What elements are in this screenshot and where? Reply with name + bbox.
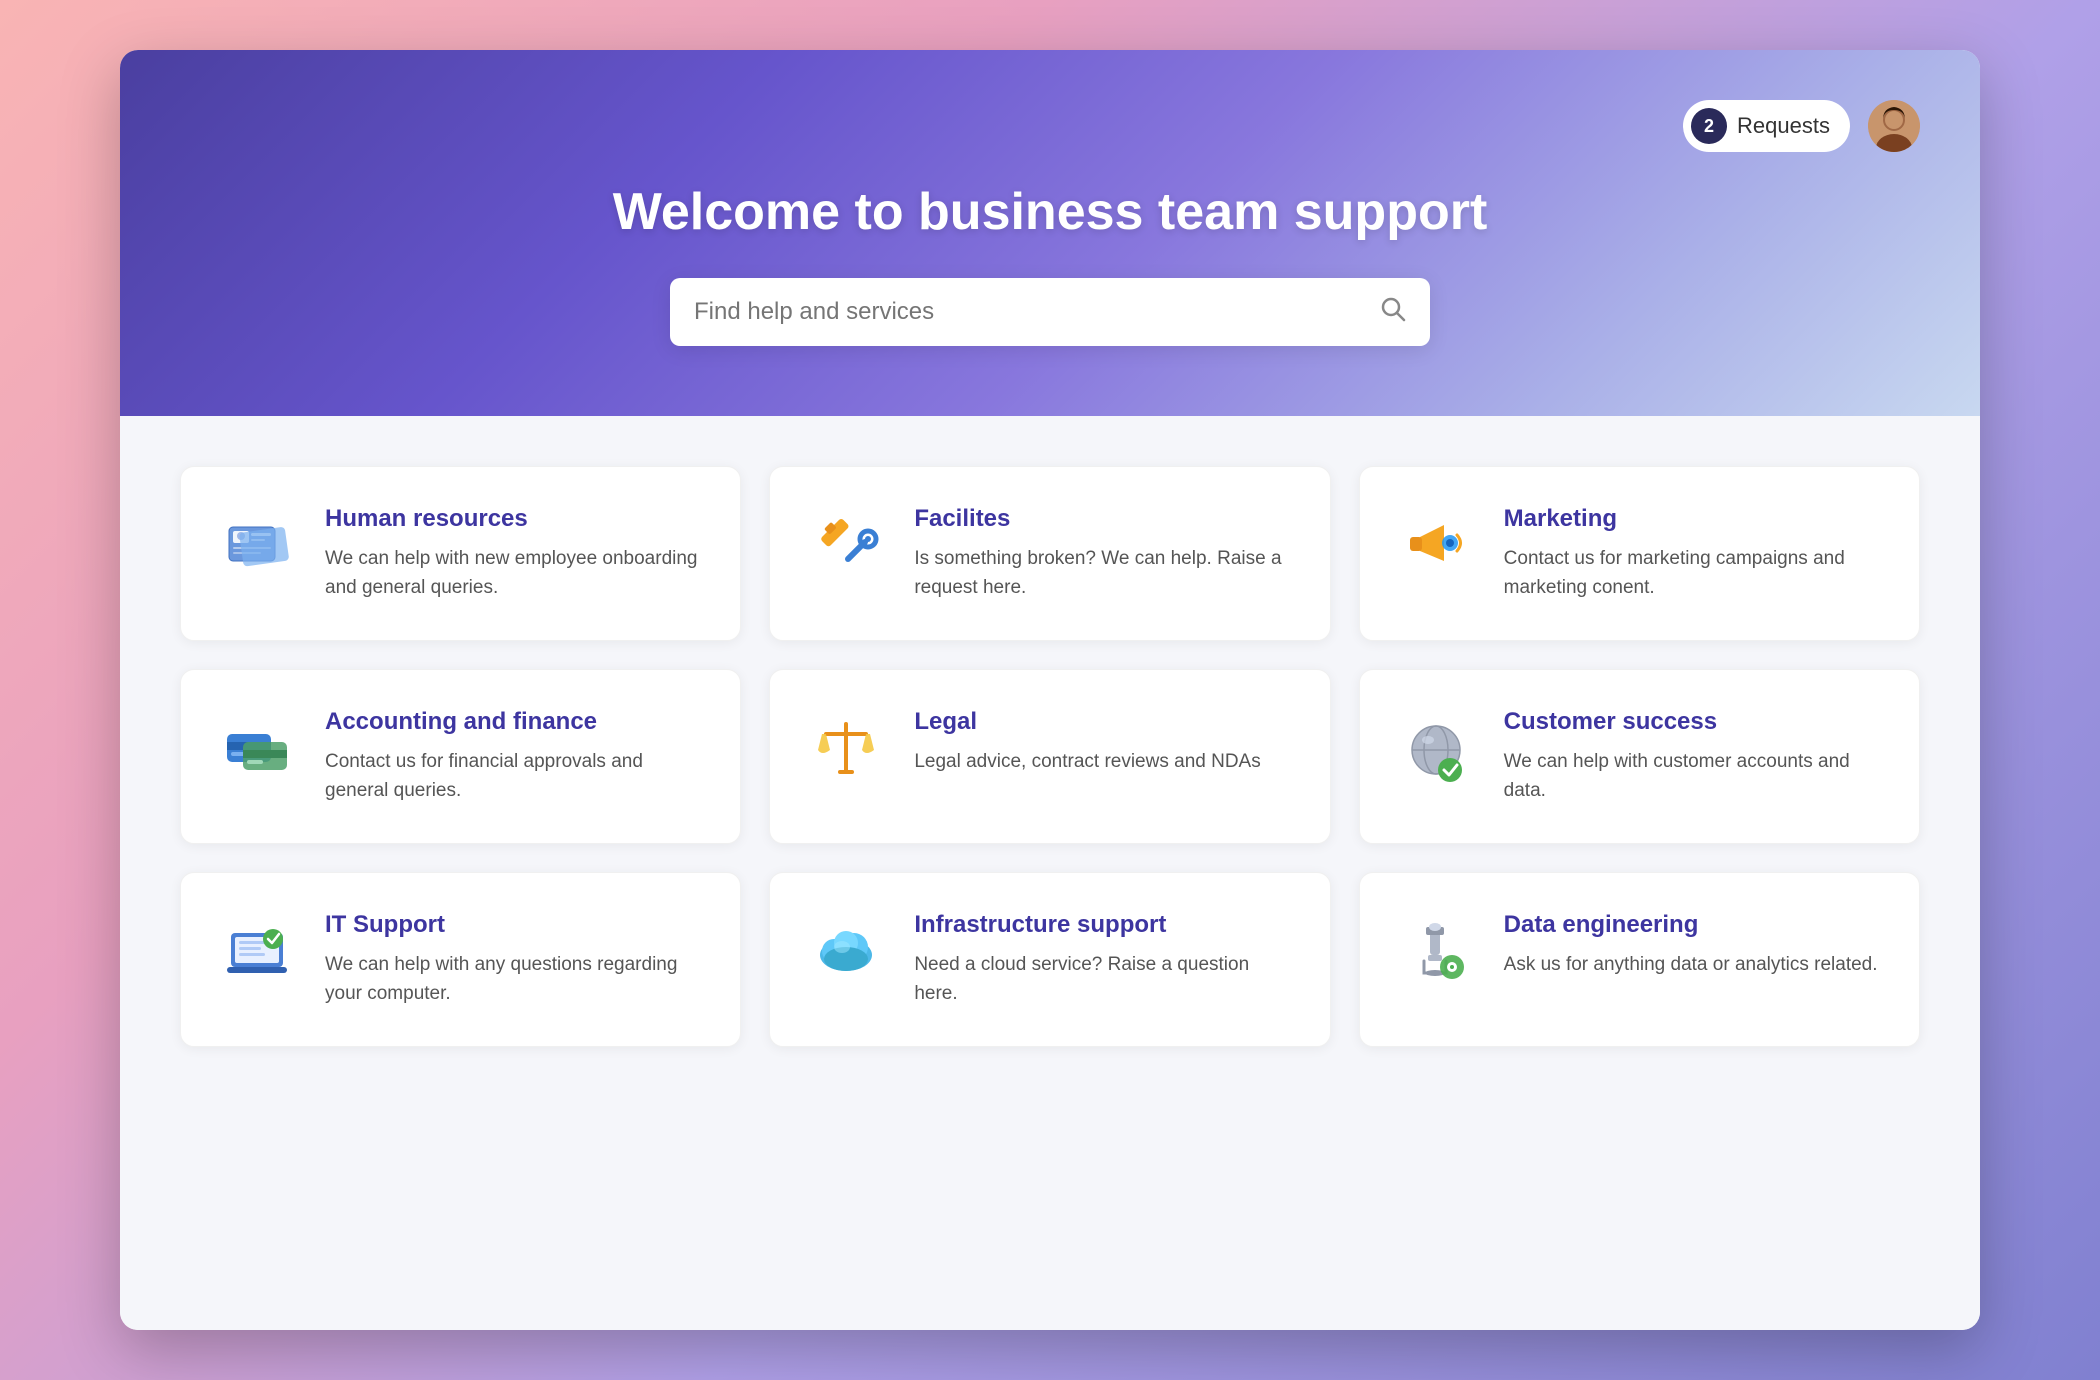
search-icon[interactable] bbox=[1380, 296, 1406, 329]
it-title: IT Support bbox=[325, 911, 704, 939]
hr-card-text: Human resources We can help with new emp… bbox=[325, 505, 704, 602]
it-icon bbox=[217, 911, 297, 991]
facilities-icon bbox=[806, 505, 886, 585]
facilities-card-text: Facilites Is something broken? We can he… bbox=[914, 505, 1293, 602]
requests-button[interactable]: 2 Requests bbox=[1683, 100, 1850, 152]
content-area: Human resources We can help with new emp… bbox=[120, 416, 1980, 1330]
accounting-icon bbox=[217, 708, 297, 788]
marketing-icon bbox=[1396, 505, 1476, 585]
requests-badge: 2 bbox=[1691, 108, 1727, 144]
card-legal[interactable]: Legal Legal advice, contract reviews and… bbox=[769, 669, 1330, 844]
cards-grid: Human resources We can help with new emp… bbox=[180, 466, 1920, 1047]
hr-title: Human resources bbox=[325, 505, 704, 533]
it-card-text: IT Support We can help with any question… bbox=[325, 911, 704, 1008]
marketing-desc: Contact us for marketing campaigns and m… bbox=[1504, 545, 1883, 602]
card-hr[interactable]: Human resources We can help with new emp… bbox=[180, 466, 741, 641]
header: 2 Requests Welcome to business team supp… bbox=[120, 50, 1980, 416]
requests-label: Requests bbox=[1737, 113, 1830, 139]
avatar-image bbox=[1868, 100, 1920, 152]
search-bar bbox=[670, 278, 1430, 346]
card-data[interactable]: Data engineering Ask us for anything dat… bbox=[1359, 872, 1920, 1047]
data-icon bbox=[1396, 911, 1476, 991]
infra-card-text: Infrastructure support Need a cloud serv… bbox=[914, 911, 1293, 1008]
card-facilities[interactable]: Facilites Is something broken? We can he… bbox=[769, 466, 1330, 641]
data-desc: Ask us for anything data or analytics re… bbox=[1504, 951, 1883, 980]
legal-card-text: Legal Legal advice, contract reviews and… bbox=[914, 708, 1293, 777]
card-marketing[interactable]: Marketing Contact us for marketing campa… bbox=[1359, 466, 1920, 641]
marketing-card-text: Marketing Contact us for marketing campa… bbox=[1504, 505, 1883, 602]
main-window: 2 Requests Welcome to business team supp… bbox=[120, 50, 1980, 1330]
facilities-desc: Is something broken? We can help. Raise … bbox=[914, 545, 1293, 602]
avatar[interactable] bbox=[1868, 100, 1920, 152]
page-title: Welcome to business team support bbox=[613, 182, 1488, 242]
customer-title: Customer success bbox=[1504, 708, 1883, 736]
hr-desc: We can help with new employee onboarding… bbox=[325, 545, 704, 602]
card-it[interactable]: IT Support We can help with any question… bbox=[180, 872, 741, 1047]
card-accounting[interactable]: Accounting and finance Contact us for fi… bbox=[180, 669, 741, 844]
infra-icon bbox=[806, 911, 886, 991]
infra-title: Infrastructure support bbox=[914, 911, 1293, 939]
search-input[interactable] bbox=[694, 298, 1380, 326]
data-card-text: Data engineering Ask us for anything dat… bbox=[1504, 911, 1883, 980]
accounting-card-text: Accounting and finance Contact us for fi… bbox=[325, 708, 704, 805]
header-topbar: 2 Requests bbox=[180, 100, 1920, 152]
accounting-desc: Contact us for financial approvals and g… bbox=[325, 748, 704, 805]
it-desc: We can help with any questions regarding… bbox=[325, 951, 704, 1008]
customer-card-text: Customer success We can help with custom… bbox=[1504, 708, 1883, 805]
card-customer[interactable]: Customer success We can help with custom… bbox=[1359, 669, 1920, 844]
card-infra[interactable]: Infrastructure support Need a cloud serv… bbox=[769, 872, 1330, 1047]
legal-title: Legal bbox=[914, 708, 1293, 736]
hr-icon bbox=[217, 505, 297, 585]
legal-desc: Legal advice, contract reviews and NDAs bbox=[914, 748, 1293, 777]
accounting-title: Accounting and finance bbox=[325, 708, 704, 736]
customer-desc: We can help with customer accounts and d… bbox=[1504, 748, 1883, 805]
legal-icon bbox=[806, 708, 886, 788]
customer-icon bbox=[1396, 708, 1476, 788]
data-title: Data engineering bbox=[1504, 911, 1883, 939]
marketing-title: Marketing bbox=[1504, 505, 1883, 533]
facilities-title: Facilites bbox=[914, 505, 1293, 533]
infra-desc: Need a cloud service? Raise a question h… bbox=[914, 951, 1293, 1008]
